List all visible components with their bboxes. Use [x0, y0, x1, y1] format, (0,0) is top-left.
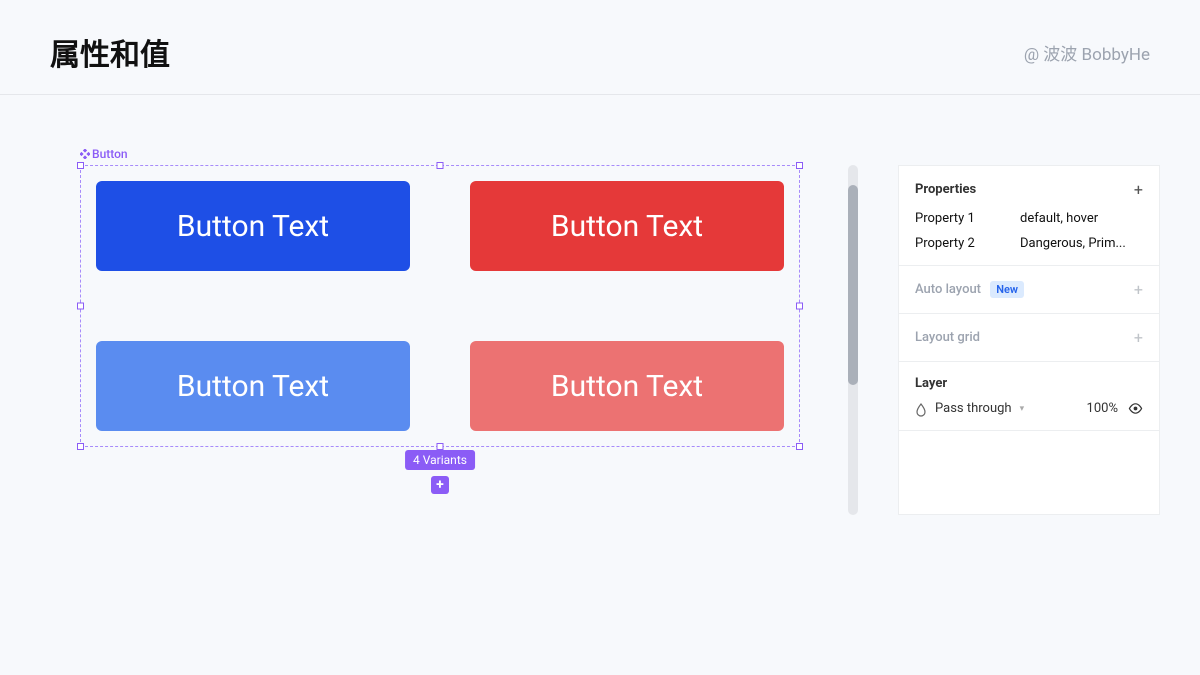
layer-section: Layer Pass through ▾ 100% — [899, 362, 1159, 431]
plus-icon: + — [1134, 180, 1143, 199]
property-name: Property 1 — [915, 211, 1020, 226]
button-variant-dangerous-default[interactable]: Button Text — [470, 181, 784, 271]
selection-handle[interactable] — [796, 303, 803, 310]
variants-badge[interactable]: 4 Variants — [405, 450, 475, 470]
property-name: Property 2 — [915, 236, 1020, 251]
selection-handle[interactable] — [77, 443, 84, 450]
selection-handle[interactable] — [437, 443, 444, 450]
inspector-panel: Properties + Property 1 default, hover P… — [898, 165, 1160, 515]
button-text: Button Text — [177, 369, 329, 404]
layer-title: Layer — [915, 376, 947, 391]
page-author: @ 波波 BobbyHe — [1024, 40, 1150, 65]
selection-handle[interactable] — [77, 303, 84, 310]
button-text: Button Text — [551, 369, 703, 404]
scrollbar-thumb[interactable] — [848, 185, 858, 385]
plus-icon: + — [1134, 328, 1143, 347]
blend-mode-selector[interactable]: Pass through ▾ — [915, 401, 1024, 416]
main-area: Button Button Text Button Text Button Te… — [0, 95, 1200, 515]
opacity-value[interactable]: 100% — [1087, 401, 1118, 416]
auto-layout-section[interactable]: Auto layout New + — [899, 266, 1159, 314]
new-badge: New — [990, 281, 1024, 298]
component-icon — [80, 149, 90, 159]
component-label[interactable]: Button — [80, 147, 128, 161]
blend-mode-icon — [915, 403, 927, 415]
properties-title: Properties — [915, 182, 976, 197]
button-text: Button Text — [551, 209, 703, 244]
canvas-area[interactable]: Button Button Text Button Text Button Te… — [80, 165, 808, 515]
add-layout-grid-button[interactable]: + — [1134, 328, 1143, 347]
auto-layout-header: Auto layout New + — [915, 280, 1143, 299]
chevron-down-icon: ▾ — [1020, 404, 1025, 414]
properties-section: Properties + Property 1 default, hover P… — [899, 166, 1159, 266]
property-row[interactable]: Property 2 Dangerous, Prim... — [915, 236, 1143, 251]
property-row[interactable]: Property 1 default, hover — [915, 211, 1143, 226]
button-variant-dangerous-hover[interactable]: Button Text — [470, 341, 784, 431]
button-grid: Button Text Button Text Button Text Butt… — [96, 181, 784, 431]
layout-grid-header: Layout grid + — [915, 328, 1143, 347]
selection-handle[interactable] — [77, 162, 84, 169]
add-property-button[interactable]: + — [1134, 180, 1143, 199]
selection-handle[interactable] — [796, 443, 803, 450]
layer-header: Layer — [915, 376, 1143, 391]
layout-grid-label: Layout grid — [915, 330, 980, 345]
plus-icon: + — [1134, 280, 1143, 299]
layout-grid-section[interactable]: Layout grid + — [899, 314, 1159, 362]
properties-header: Properties + — [915, 180, 1143, 199]
property-value: default, hover — [1020, 211, 1143, 226]
page-title: 属性和值 — [50, 30, 170, 74]
layer-row: Pass through ▾ 100% — [915, 401, 1143, 416]
component-label-text: Button — [92, 147, 128, 161]
add-auto-layout-button[interactable]: + — [1134, 280, 1143, 299]
button-variant-primary-default[interactable]: Button Text — [96, 181, 410, 271]
selection-handle[interactable] — [796, 162, 803, 169]
scrollbar-track[interactable] — [848, 165, 858, 515]
blend-mode-value: Pass through — [935, 401, 1012, 416]
button-variant-primary-hover[interactable]: Button Text — [96, 341, 410, 431]
visibility-toggle[interactable] — [1128, 401, 1143, 416]
auto-layout-label: Auto layout — [915, 282, 981, 297]
page-header: 属性和值 @ 波波 BobbyHe — [0, 0, 1200, 95]
selection-handle[interactable] — [437, 162, 444, 169]
variant-frame[interactable]: Button Text Button Text Button Text Butt… — [80, 165, 800, 447]
add-variant-button[interactable]: + — [431, 476, 449, 494]
plus-icon: + — [436, 477, 444, 493]
property-value: Dangerous, Prim... — [1020, 236, 1143, 251]
button-text: Button Text — [177, 209, 329, 244]
